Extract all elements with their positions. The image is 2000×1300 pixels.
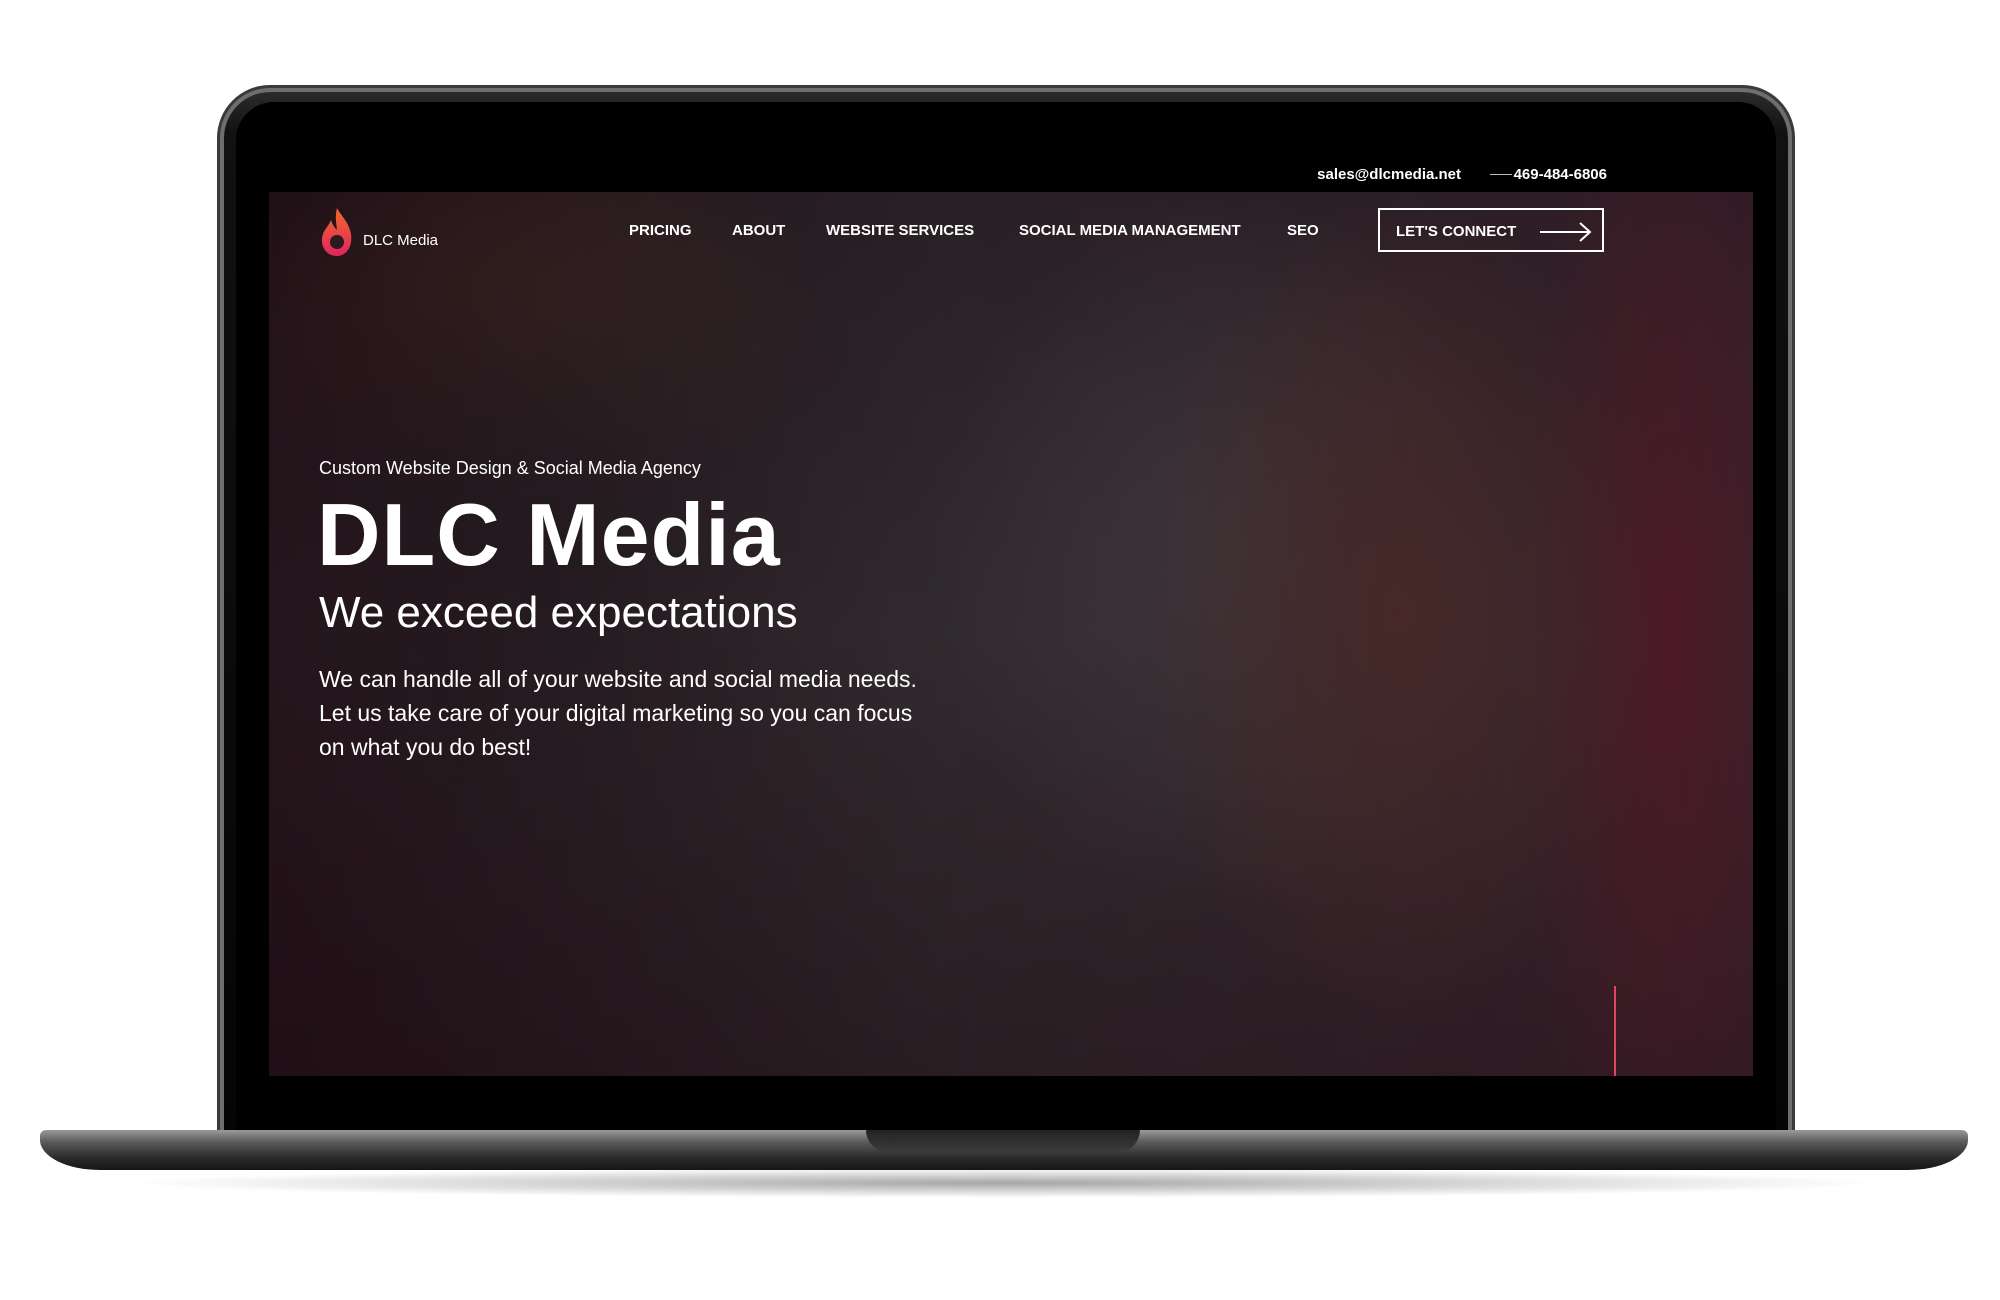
hero-tagline: We exceed expectations [319, 588, 798, 637]
hero-body-line: We can handle all of your website and so… [319, 666, 917, 692]
laptop-notch [866, 1130, 1140, 1152]
contact-topbar: sales@dlcmedia.net 469-484-6806 [269, 156, 1753, 192]
laptop-screen: sales@dlcmedia.net 469-484-6806 DLC Medi… [269, 156, 1753, 1076]
contact-separator [1490, 174, 1512, 175]
nav-about[interactable]: ABOUT [732, 222, 785, 239]
lets-connect-label: LET'S CONNECT [1396, 223, 1517, 240]
nav-social-media-management[interactable]: SOCIAL MEDIA MANAGEMENT [1019, 222, 1241, 239]
flame-logo-icon [321, 208, 352, 256]
hero-headline: DLC Media [317, 485, 781, 584]
phone-link[interactable]: 469-484-6806 [1514, 166, 1607, 183]
site-logo[interactable]: DLC Media [319, 206, 459, 260]
nav-seo[interactable]: SEO [1287, 222, 1319, 239]
nav-website-services[interactable]: WEBSITE SERVICES [826, 222, 974, 239]
hero-body-line: on what you do best! [319, 734, 532, 760]
logo-text: DLC Media [363, 232, 439, 249]
nav-pricing[interactable]: PRICING [629, 222, 692, 239]
accent-line [1614, 986, 1616, 1076]
email-link[interactable]: sales@dlcmedia.net [1317, 166, 1461, 183]
arrow-right-icon [1540, 222, 1592, 242]
hero-section: DLC Media PRICING ABOUT WEBSITE SERVICES… [269, 192, 1753, 1076]
hero-body-line: Let us take care of your digital marketi… [319, 700, 913, 726]
hero-eyebrow: Custom Website Design & Social Media Age… [319, 458, 701, 478]
lets-connect-button[interactable]: LET'S CONNECT [1378, 208, 1604, 252]
laptop-shadow [120, 1168, 1890, 1198]
